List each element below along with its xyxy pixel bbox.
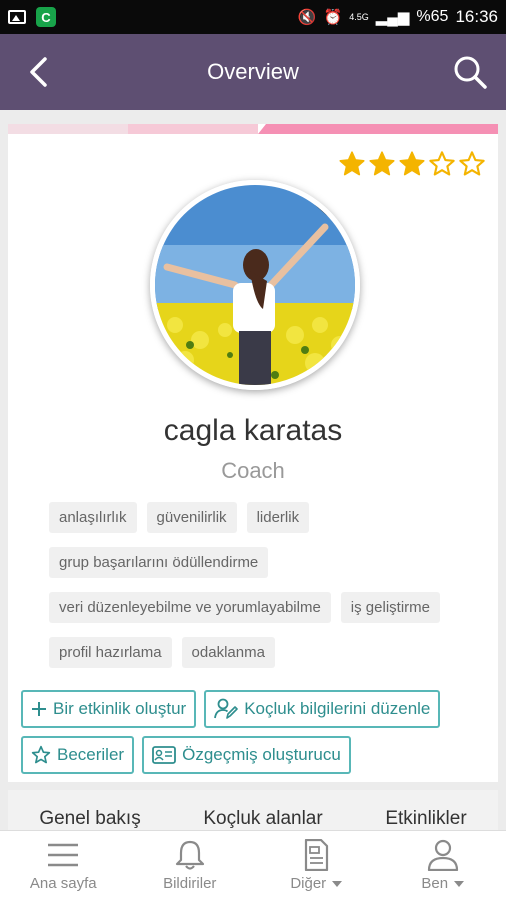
nav-other-label: Diğer xyxy=(290,875,343,892)
cv-builder-button[interactable]: Özgeçmiş oluşturucu xyxy=(142,736,351,774)
skill-tag: iş geliştirme xyxy=(340,592,440,623)
user-name: cagla karatas xyxy=(163,414,343,447)
nav-home-label: Ana sayfa xyxy=(29,875,97,892)
nav-other[interactable]: Diğer xyxy=(253,831,380,900)
search-button[interactable] xyxy=(450,52,490,92)
network-indicator: 4.5G xyxy=(349,11,369,22)
skills-label: Beceriler xyxy=(57,745,125,764)
gallery-icon xyxy=(8,10,26,24)
tab-overview[interactable]: Genel bakış xyxy=(39,808,140,830)
skill-tag: güvenilirlik xyxy=(146,502,237,533)
profile-tabs: Genel bakış Koçluk alanlar Etkinlikler xyxy=(8,790,498,834)
skills-button[interactable]: Beceriler xyxy=(21,736,135,774)
skill-tag: liderlik xyxy=(246,502,310,533)
create-event-button[interactable]: Bir etkinlik oluştur xyxy=(21,690,197,728)
caret-down-icon xyxy=(332,880,343,887)
action-buttons: Bir etkinlik oluştur Koçluk bilgilerini … xyxy=(21,690,491,774)
create-event-label: Bir etkinlik oluştur xyxy=(53,699,187,718)
document-icon xyxy=(305,839,329,871)
star-outline-icon xyxy=(31,745,51,764)
nav-other-text: Diğer xyxy=(290,875,327,892)
search-icon xyxy=(454,56,487,89)
battery-indicator: %65 xyxy=(416,8,449,25)
nav-home[interactable]: Ana sayfa xyxy=(0,831,127,900)
star-icon xyxy=(339,151,365,176)
app-badge: C xyxy=(36,7,56,27)
status-time: 16:36 xyxy=(455,7,498,26)
chevron-left-icon xyxy=(30,57,47,87)
profile-card: cagla karatas Coach anlaşılırlık güvenil… xyxy=(8,124,498,782)
edit-coaching-label: Koçluk bilgilerini düzenle xyxy=(244,699,431,718)
skill-tag: anlaşılırlık xyxy=(49,502,137,533)
plus-icon xyxy=(32,702,46,716)
nav-notifications[interactable]: Bildiriler xyxy=(127,831,254,900)
top-app-bar: Overview xyxy=(0,34,506,110)
bell-icon xyxy=(175,840,204,870)
profile-photo xyxy=(155,185,355,385)
nav-notifications-label: Bildiriler xyxy=(163,875,217,892)
tab-coaching-areas[interactable]: Koçluk alanlar xyxy=(203,808,322,830)
bottom-navigation: Ana sayfa Bildiriler Diğer Ben xyxy=(0,830,506,900)
mute-icon: 🔇 xyxy=(297,9,317,26)
skill-tag: veri düzenleyebilme ve yorumlayabilme xyxy=(49,592,331,623)
back-button[interactable] xyxy=(20,54,56,90)
user-icon xyxy=(427,839,458,871)
cv-builder-label: Özgeçmiş oluşturucu xyxy=(182,745,341,764)
progress-strip xyxy=(8,124,498,134)
nav-me-label: Ben xyxy=(421,875,465,892)
user-role: Coach xyxy=(221,458,285,483)
skill-tag: odaklanma xyxy=(181,637,275,668)
signal-icon: ▂▄▆ xyxy=(375,9,410,26)
user-edit-icon xyxy=(214,698,239,719)
edit-coaching-button[interactable]: Koçluk bilgilerini düzenle xyxy=(204,690,441,728)
alarm-icon: ⏰ xyxy=(323,9,343,26)
star-icon xyxy=(369,151,395,176)
star-rating xyxy=(338,150,486,178)
page-title: Overview xyxy=(207,59,299,84)
star-outline-icon xyxy=(459,151,485,176)
avatar[interactable] xyxy=(150,180,360,390)
nav-me-text: Ben xyxy=(421,875,449,892)
tab-events[interactable]: Etkinlikler xyxy=(385,808,466,830)
id-card-icon xyxy=(152,746,176,764)
nav-me[interactable]: Ben xyxy=(380,831,506,900)
skill-tag: profil hazırlama xyxy=(49,637,172,668)
skill-tags: anlaşılırlık güvenilirlik liderlik grup … xyxy=(49,502,469,668)
caret-down-icon xyxy=(454,880,465,887)
star-outline-icon xyxy=(429,151,455,176)
status-bar: C 🔇 ⏰ 4.5G ▂▄▆ %65 16:36 xyxy=(0,0,506,34)
star-icon xyxy=(399,151,425,176)
menu-icon xyxy=(48,843,79,867)
skill-tag: grup başarılarını ödüllendirme xyxy=(49,547,269,578)
